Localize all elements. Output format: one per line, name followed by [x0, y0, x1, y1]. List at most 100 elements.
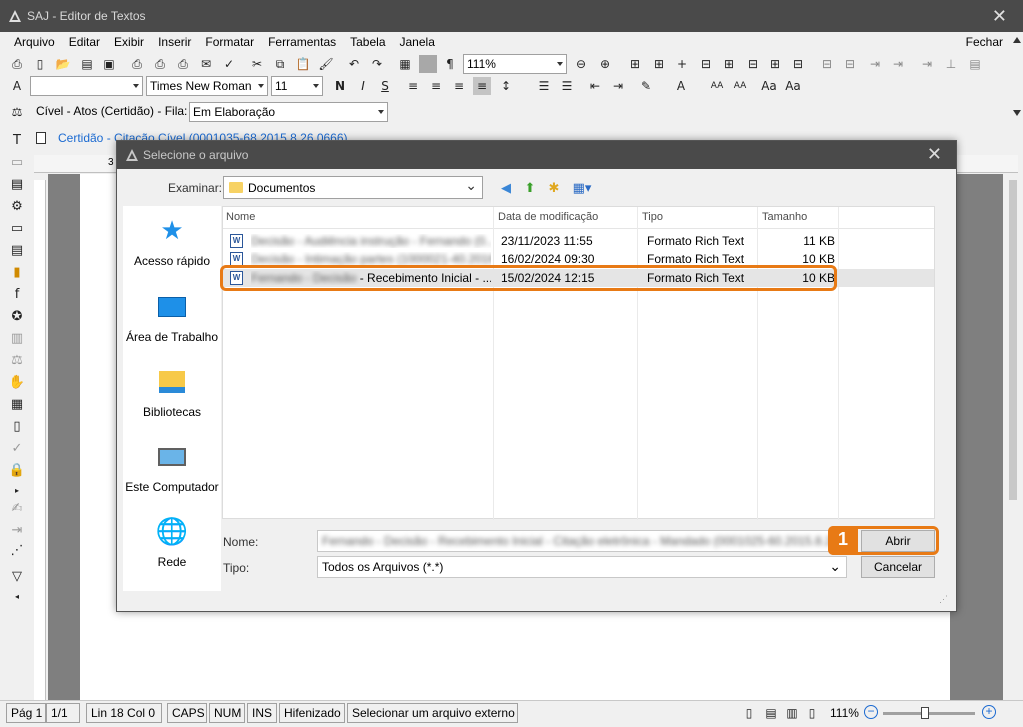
bullets-icon[interactable]: ☰ [535, 77, 553, 95]
format-painter-icon[interactable]: 🖌 [317, 55, 335, 73]
spellcheck-icon[interactable]: ✓ [220, 55, 238, 73]
up-folder-icon[interactable]: ⬆ [521, 179, 539, 197]
insert-table-icon[interactable]: ⊞ [626, 55, 644, 73]
place-desktop[interactable]: Área de Trabalho [123, 292, 221, 344]
column-name[interactable]: Nome [226, 211, 255, 223]
align-left-icon[interactable]: ≡ [404, 77, 422, 95]
open-template-icon[interactable]: ▤ [78, 55, 96, 73]
split-cells-icon[interactable]: ⊞ [720, 55, 738, 73]
place-quick-access[interactable]: ★ Acesso rápido [123, 216, 221, 268]
merge-cells-icon[interactable]: ⊟ [697, 55, 715, 73]
align-center-icon[interactable]: ≡ [427, 77, 445, 95]
field-icon[interactable]: ▤ [9, 176, 25, 192]
scroll-up-icon[interactable] [1013, 37, 1021, 43]
style-icon[interactable]: A [8, 77, 26, 95]
file-type-select[interactable]: Todos os Arquivos (*.*) ⌄ [317, 556, 847, 578]
menu-inserir[interactable]: Inserir [158, 35, 191, 49]
new-folder-icon[interactable]: ✱ [545, 179, 563, 197]
table-props-icon[interactable]: ⊟ [744, 55, 762, 73]
menu-tabela[interactable]: Tabela [350, 35, 385, 49]
highlight-icon[interactable]: ✎ [637, 77, 655, 95]
phone-icon[interactable]: ▮ [9, 264, 25, 280]
stamp-icon[interactable]: ⚙ [9, 198, 25, 214]
font-grow-icon[interactable]: AA [708, 77, 726, 95]
share-icon[interactable]: ⋰ [9, 542, 25, 558]
dialog-close-icon[interactable]: ✕ [927, 144, 942, 165]
font-select[interactable]: Times New Roman [146, 76, 268, 96]
vertical-scrollbar[interactable] [1007, 180, 1019, 685]
table-delete-icon[interactable]: ⊟ [789, 55, 807, 73]
table-icon[interactable]: ▦ [396, 55, 414, 73]
insert-row-icon[interactable]: + [673, 55, 691, 73]
column-size[interactable]: Tamanho [762, 211, 807, 223]
redo-icon[interactable]: ↷ [368, 55, 386, 73]
zoom-in-button[interactable]: + [982, 705, 996, 719]
underline-button[interactable]: S [376, 77, 394, 95]
new-document-icon[interactable]: ▯ [31, 55, 49, 73]
menu-janela[interactable]: Janela [400, 35, 435, 49]
menu-editar[interactable]: Editar [69, 35, 100, 49]
case-change-icon[interactable]: Aa [784, 77, 802, 95]
print-setup-icon[interactable]: ⎙ [174, 55, 192, 73]
increase-indent-icon[interactable]: ⇥ [609, 77, 627, 95]
zoom-out-button[interactable]: − [864, 705, 878, 719]
look-in-select[interactable]: Documentos ⌄ [223, 176, 483, 199]
paragraph-marks-icon[interactable]: ¶ [441, 55, 459, 73]
align-justify-icon[interactable]: ≡ [473, 77, 491, 95]
paste-icon[interactable]: 📋 [294, 55, 312, 73]
print-icon[interactable]: ⎙ [128, 55, 146, 73]
copy-icon[interactable]: ⧉ [271, 55, 289, 73]
print-preview-icon[interactable]: ⎙ [151, 55, 169, 73]
place-this-pc[interactable]: Este Computador [123, 442, 221, 494]
view-outline-icon[interactable]: ▥ [783, 704, 801, 722]
menu-ferramentas[interactable]: Ferramentas [268, 35, 336, 49]
resize-grip-icon[interactable]: ⋰ [939, 594, 948, 605]
close-icon[interactable]: ✕ [992, 6, 1007, 27]
table-grid-icon[interactable]: ⊞ [650, 55, 668, 73]
new-special-icon[interactable]: ⎙ [8, 55, 26, 73]
view-book-icon[interactable]: ▯ [803, 704, 821, 722]
file-row[interactable]: W Decisão - Audiência instrução - Fernan… [223, 232, 934, 250]
decrease-indent-icon[interactable]: ⇤ [586, 77, 604, 95]
open-folder-icon[interactable]: 📂 [54, 55, 72, 73]
workflow-icon[interactable]: ⚖ [8, 103, 26, 121]
zoom-in-icon[interactable]: ⊕ [596, 55, 614, 73]
font-size-select[interactable]: 11 [271, 76, 323, 96]
view-web-icon[interactable]: ▤ [762, 704, 780, 722]
column-date[interactable]: Data de modificação [498, 211, 598, 223]
formula-error-icon[interactable]: f [9, 286, 25, 302]
zoom-slider-knob[interactable] [921, 707, 929, 719]
table-insert-icon[interactable]: ⊞ [766, 55, 784, 73]
font-shrink-icon[interactable]: AA [731, 77, 749, 95]
award-icon[interactable]: ✪ [9, 308, 25, 324]
queue-select[interactable]: Em Elaboração [189, 102, 388, 122]
zoom-out-icon[interactable]: ⊖ [572, 55, 590, 73]
font-color-icon[interactable]: A [672, 77, 690, 95]
view-page-icon[interactable]: ▯ [740, 704, 758, 722]
view-menu-icon[interactable]: ▦▾ [569, 179, 595, 197]
menu-fechar[interactable]: Fechar [966, 35, 1003, 49]
italic-button[interactable]: I [354, 77, 372, 95]
file-name-input[interactable]: Fernando - Decisão - Recebimento Inicial… [317, 530, 847, 552]
bold-button[interactable]: N [331, 77, 349, 95]
comment-icon[interactable]: ▭ [9, 220, 25, 236]
undo-icon[interactable]: ↶ [345, 55, 363, 73]
numbering-icon[interactable]: ☰ [558, 77, 576, 95]
menu-exibir[interactable]: Exibir [114, 35, 144, 49]
zoom-select[interactable]: 111% [463, 54, 567, 74]
lock-icon[interactable]: 🔒 [9, 462, 25, 478]
zoom-slider[interactable] [883, 707, 975, 719]
menu-arquivo[interactable]: Arquivo [14, 35, 55, 49]
funnel-icon[interactable]: ▽ [9, 568, 25, 584]
scrollbar-thumb[interactable] [1009, 180, 1017, 500]
place-network[interactable]: 🌐 Rede [123, 517, 221, 569]
menu-formatar[interactable]: Formatar [205, 35, 254, 49]
cut-icon[interactable]: ✂ [248, 55, 266, 73]
calendar-icon[interactable]: ▦ [9, 396, 25, 412]
save-icon[interactable]: ▣ [100, 55, 118, 73]
toolbar-scroll-icon[interactable] [1013, 110, 1021, 116]
style-select[interactable] [30, 76, 143, 96]
case-icon[interactable]: Aa [760, 77, 778, 95]
cancel-button[interactable]: Cancelar [861, 556, 935, 578]
place-libraries[interactable]: Bibliotecas [123, 367, 221, 419]
